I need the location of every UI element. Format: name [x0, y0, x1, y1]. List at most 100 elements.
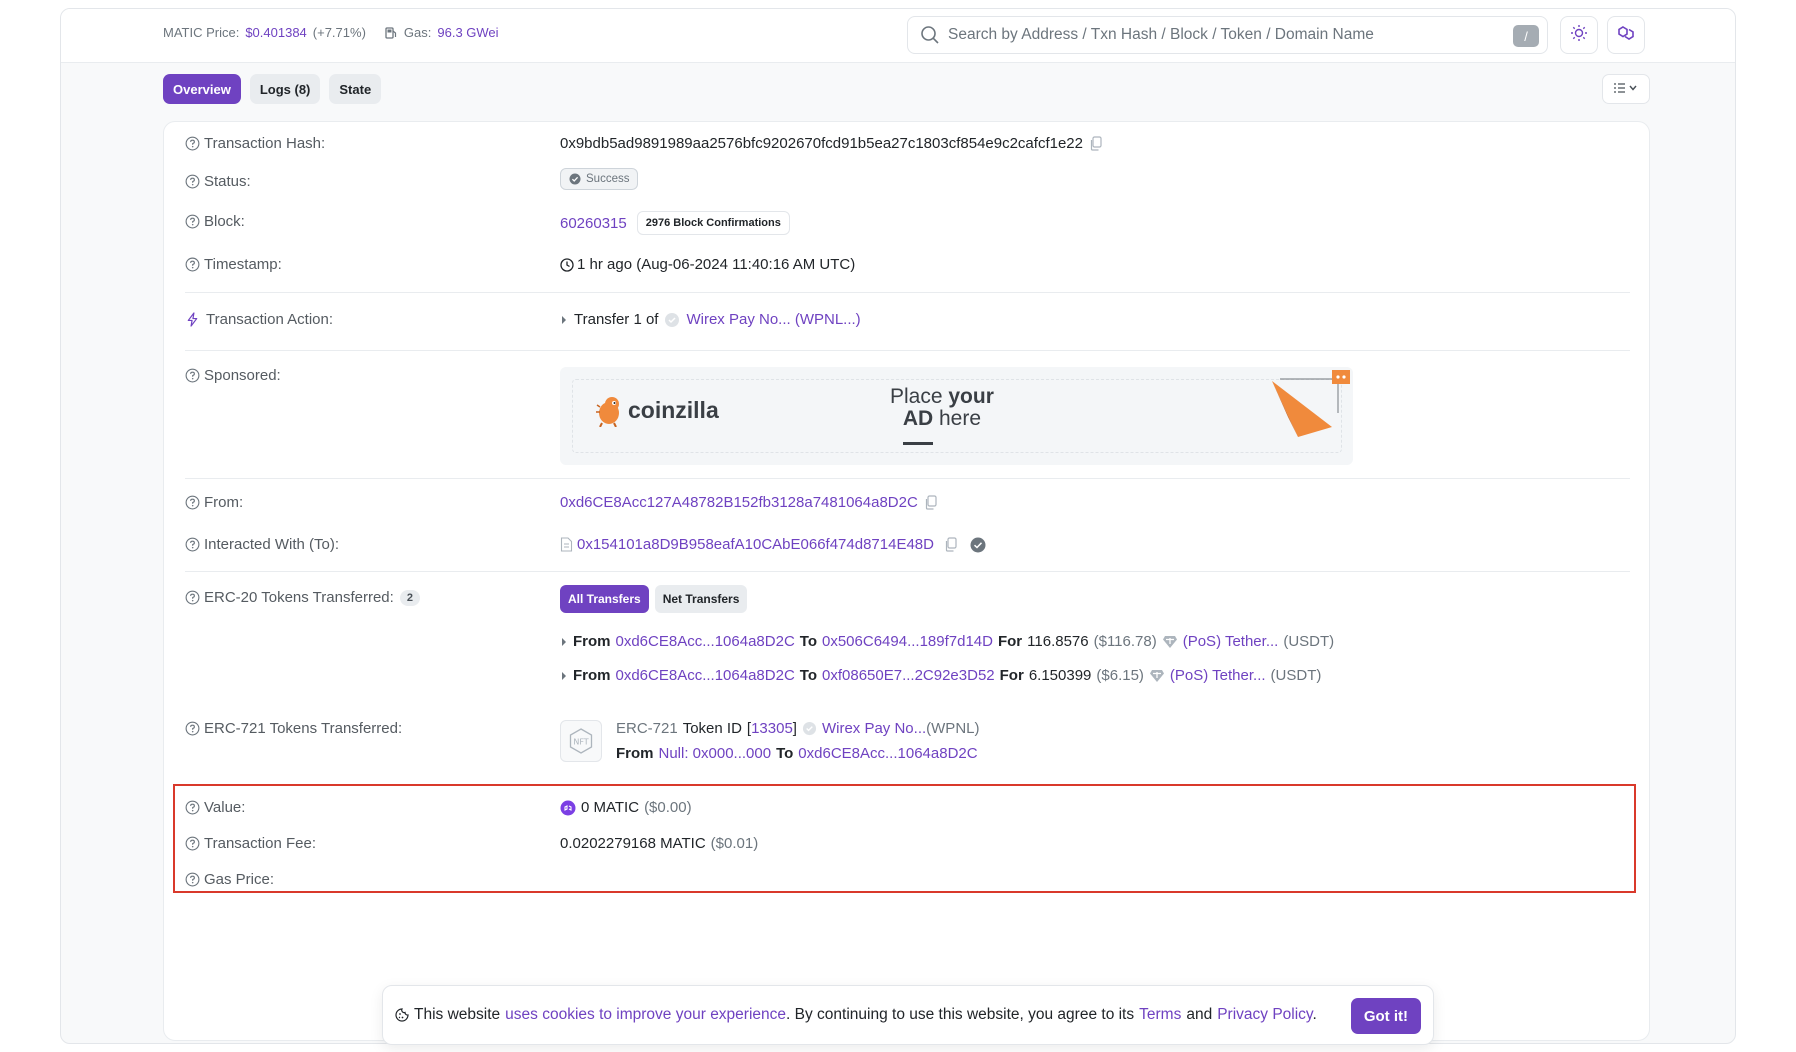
list-icon	[1613, 81, 1639, 98]
cookie-icon	[395, 1008, 409, 1022]
search-box[interactable]: /	[907, 16, 1548, 54]
tab-state[interactable]: State	[329, 74, 382, 104]
slash-shortcut-key: /	[1513, 25, 1539, 47]
cookie-policy-link[interactable]: uses cookies to improve your experience	[505, 1006, 786, 1023]
copy-icon[interactable]	[944, 537, 958, 552]
caret-right-icon[interactable]	[560, 671, 568, 681]
tether-token-icon	[1162, 635, 1177, 648]
help-circle-icon[interactable]	[185, 495, 200, 510]
to-address-link[interactable]: 0x154101a8D9B958eafA10CAbE066f474d8714E4…	[577, 536, 934, 553]
token-id-group: [13305]	[746, 720, 797, 737]
caret-right-icon[interactable]	[560, 315, 568, 325]
label-group: Transaction Hash:	[185, 135, 325, 152]
top-bar: MATIC Price: $0.401384 (+7.71%) Gas: 96.…	[61, 9, 1735, 63]
erc721-highlight-box	[173, 784, 1636, 893]
token-logo-icon	[665, 312, 680, 327]
network-switch-button[interactable]	[1607, 16, 1645, 54]
label-group: Sponsored:	[185, 367, 281, 384]
value-group: NFT ERC-721 Token ID [13305] Wirex Pay N…	[560, 720, 979, 762]
erc721-token-link[interactable]: Wirex Pay No...	[822, 720, 926, 737]
terms-link[interactable]: Terms	[1139, 1006, 1181, 1024]
status-label: Status:	[204, 173, 251, 190]
privacy-policy-link[interactable]: Privacy Policy	[1217, 1006, 1312, 1023]
block-number-link[interactable]: 60260315	[560, 215, 627, 232]
svg-text:NFT: NFT	[573, 738, 588, 747]
matic-price-link[interactable]: $0.401384	[245, 25, 306, 40]
cookie-link-group: uses cookies to improve your experience.…	[505, 1006, 1134, 1024]
help-circle-icon[interactable]	[185, 368, 200, 383]
erc721-token-group: Wirex Pay No...(WPNL)	[822, 720, 980, 737]
dinosaur-logo-icon	[596, 397, 619, 427]
privacy-link-group: Privacy Policy.	[1217, 1006, 1317, 1024]
from-address-link[interactable]: 0xd6CE8Acc127A48782B152fb3128a7481064a8D…	[560, 494, 918, 511]
view-options-button[interactable]	[1602, 74, 1650, 104]
transaction-action-label: Transaction Action:	[206, 311, 334, 328]
token-id-link[interactable]: 13305	[751, 720, 793, 737]
tab-logs[interactable]: Logs (8)	[249, 74, 321, 104]
tab-bar: Overview Logs (8) State	[163, 74, 382, 104]
tab-overview[interactable]: Overview	[163, 74, 241, 104]
token-logo-icon	[802, 721, 817, 736]
transfer-token-link[interactable]: (PoS) Tether...	[1170, 667, 1266, 684]
gas-value-link[interactable]: 96.3 GWei	[437, 25, 498, 40]
ad-line2a: AD	[902, 407, 934, 430]
transfer-from-link[interactable]: 0xd6CE8Acc...1064a8D2C	[616, 667, 795, 684]
sponsored-ad-banner[interactable]: coinzilla Place your AD here	[560, 367, 1353, 465]
transaction-details-card: Transaction Hash: 0x9bdb5ad9891989aa2576…	[163, 121, 1650, 1041]
from-word: From	[573, 667, 611, 684]
matic-price-label: MATIC Price:	[163, 25, 240, 40]
from-label: From:	[204, 494, 244, 511]
transaction-action-token-link[interactable]: Wirex Pay No... (WPNL...)	[686, 311, 860, 328]
ad-brand-name: coinzilla	[628, 396, 719, 423]
matic-price-change: (+7.71%)	[312, 25, 366, 40]
check-circle-icon	[569, 173, 581, 185]
divider	[185, 350, 1630, 351]
caret-right-icon[interactable]	[560, 637, 568, 647]
help-circle-icon[interactable]	[185, 136, 200, 151]
erc721-to-link[interactable]: 0xd6CE8Acc...1064a8D2C	[798, 745, 977, 762]
ad-line2b: here	[933, 407, 982, 430]
search-input[interactable]	[948, 26, 1508, 44]
nft-thumbnail[interactable]: NFT	[560, 720, 602, 762]
theme-toggle-button[interactable]	[1560, 16, 1598, 54]
erc721-type: ERC-721	[616, 720, 678, 737]
transfer-token-link[interactable]: (PoS) Tether...	[1183, 633, 1279, 650]
divider	[185, 571, 1630, 572]
value-group: All Transfers Net Transfers	[560, 585, 748, 613]
transaction-hash-value: 0x9bdb5ad9891989aa2576bfc9202670fcd91b5e…	[560, 135, 1083, 152]
transfer-to-link[interactable]: 0x506C6494...189f7d14D	[822, 633, 993, 650]
for-word: For	[997, 633, 1023, 650]
erc721-from-link[interactable]: Null: 0x000...000	[659, 745, 772, 762]
transaction-action-prefix: Transfer 1 of	[574, 311, 659, 328]
erc20-tab-all-transfers[interactable]: All Transfers	[560, 585, 649, 613]
transfer-usd: ($116.78)	[1093, 633, 1157, 650]
cookie-text-1: This website	[414, 1006, 501, 1023]
help-circle-icon[interactable]	[185, 174, 200, 189]
transfer-to-link[interactable]: 0xf08650E7...2C92e3D52	[822, 667, 995, 684]
ad-line1a: Place	[890, 385, 949, 408]
value-group: From 0xd6CE8Acc...1064a8D2C To 0x506C649…	[560, 633, 1334, 650]
erc721-detail: ERC-721 Token ID [13305] Wirex Pay No...…	[616, 720, 979, 762]
transfer-token-symbol: (USDT)	[1283, 633, 1335, 650]
value-group: Transfer 1 of Wirex Pay No... (WPNL...)	[560, 311, 861, 328]
label-group: Interacted With (To):	[185, 536, 339, 553]
help-circle-icon[interactable]	[185, 257, 200, 272]
transfer-from-link[interactable]: 0xd6CE8Acc...1064a8D2C	[616, 633, 795, 650]
value-group: From 0xd6CE8Acc...1064a8D2C To 0xf08650E…	[560, 667, 1321, 684]
transfer-amount: 116.8576	[1027, 633, 1089, 650]
got-it-button[interactable]: Got it!	[1350, 998, 1421, 1034]
verified-check-icon	[970, 537, 986, 552]
copy-icon[interactable]	[924, 495, 938, 510]
divider	[185, 478, 1630, 479]
for-word: For	[999, 667, 1024, 684]
erc20-tab-net-transfers[interactable]: Net Transfers	[654, 585, 748, 613]
copy-icon[interactable]	[1089, 136, 1103, 151]
search-icon	[920, 25, 940, 45]
help-circle-icon[interactable]	[185, 214, 200, 229]
tether-token-icon	[1149, 669, 1164, 682]
to-word: To	[799, 633, 817, 650]
help-circle-icon[interactable]	[185, 537, 200, 552]
divider	[185, 292, 1630, 293]
help-circle-icon[interactable]	[185, 590, 200, 605]
help-circle-icon[interactable]	[185, 721, 200, 736]
